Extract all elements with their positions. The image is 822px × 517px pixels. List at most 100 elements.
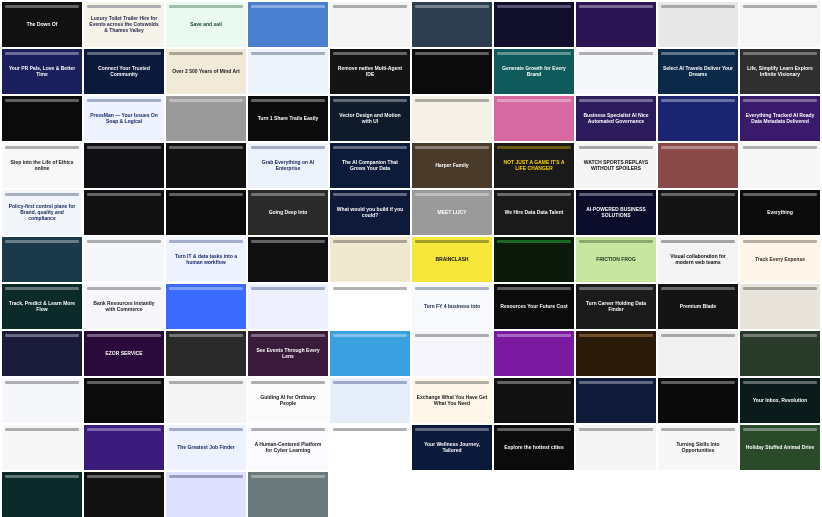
thumbnail-tile[interactable]: Generate Growth for Every Brand [494, 49, 574, 94]
thumbnail-tile[interactable] [412, 2, 492, 47]
thumbnail-tile[interactable]: See Events Through Every Lens [248, 331, 328, 376]
thumbnail-tile[interactable]: Harper Family [412, 143, 492, 188]
thumbnail-tile[interactable] [2, 425, 82, 470]
thumbnail-tile[interactable] [330, 331, 410, 376]
thumbnail-tile[interactable]: FRICTION FROG [576, 237, 656, 282]
thumbnail-tile[interactable]: Grab Everything on AI Enterprise [248, 143, 328, 188]
thumbnail-tile[interactable] [166, 472, 246, 517]
thumbnail-tile[interactable] [412, 49, 492, 94]
thumbnail-tile[interactable]: WATCH SPORTS REPLAYS WITHOUT SPOILERS [576, 143, 656, 188]
thumbnail-tile[interactable]: Over 2 500 Years of Mind Art [166, 49, 246, 94]
thumbnail-tile[interactable]: Save and sail [166, 2, 246, 47]
thumbnail-tile[interactable] [740, 284, 820, 329]
thumbnail-tile[interactable]: Track, Predict & Learn More Flow [2, 284, 82, 329]
thumbnail-tile[interactable] [576, 2, 656, 47]
thumbnail-tile[interactable]: AI-POWERED BUSINESS SOLUTIONS [576, 190, 656, 235]
thumbnail-tile[interactable] [494, 2, 574, 47]
thumbnail-tile[interactable] [576, 378, 656, 423]
thumbnail-tile[interactable] [658, 96, 738, 141]
thumbnail-tile[interactable] [494, 378, 574, 423]
thumbnail-tile[interactable] [412, 96, 492, 141]
thumbnail-tile[interactable] [658, 331, 738, 376]
thumbnail-tile[interactable]: Resources Your Future Cost [494, 284, 574, 329]
thumbnail-tile[interactable]: Turn IT & data tasks into a human workfl… [166, 237, 246, 282]
thumbnail-tile[interactable] [330, 2, 410, 47]
thumbnail-tile[interactable] [740, 331, 820, 376]
thumbnail-tile[interactable] [2, 472, 82, 517]
thumbnail-tile[interactable] [412, 331, 492, 376]
thumbnail-tile[interactable]: Going Deep Into [248, 190, 328, 235]
thumbnail-tile[interactable]: Everything Tracked AI Ready Data Metadat… [740, 96, 820, 141]
thumbnail-tile[interactable] [166, 378, 246, 423]
thumbnail-tile[interactable]: Remove native Multi-Agent IDE [330, 49, 410, 94]
thumbnail-tile[interactable]: Everything [740, 190, 820, 235]
thumbnail-tile[interactable]: Select AI Travels Deliver Your Dreams [658, 49, 738, 94]
thumbnail-tile[interactable]: Guiding AI for Ordinary People [248, 378, 328, 423]
thumbnail-tile[interactable]: Vector Design and Motion with UI [330, 96, 410, 141]
thumbnail-tile[interactable] [330, 425, 410, 470]
thumbnail-tile[interactable] [658, 143, 738, 188]
thumbnail-tile[interactable]: The Greatest Job Finder [166, 425, 246, 470]
thumbnail-tile[interactable]: Your Wellness Journey, Tailored [412, 425, 492, 470]
thumbnail-tile[interactable] [248, 49, 328, 94]
thumbnail-tile[interactable]: Track Every Expense [740, 237, 820, 282]
thumbnail-tile[interactable] [494, 331, 574, 376]
thumbnail-tile[interactable] [576, 331, 656, 376]
thumbnail-tile[interactable] [84, 143, 164, 188]
thumbnail-tile[interactable]: Premium Blade [658, 284, 738, 329]
thumbnail-tile[interactable]: What would you build if you could? [330, 190, 410, 235]
thumbnail-tile[interactable] [2, 331, 82, 376]
thumbnail-tile[interactable] [658, 2, 738, 47]
thumbnail-tile[interactable] [576, 425, 656, 470]
thumbnail-tile[interactable] [248, 237, 328, 282]
thumbnail-tile[interactable] [330, 378, 410, 423]
thumbnail-tile[interactable] [2, 378, 82, 423]
thumbnail-tile[interactable] [740, 2, 820, 47]
thumbnail-tile[interactable]: Holiday Stuffed Animal Drive [740, 425, 820, 470]
thumbnail-tile[interactable] [576, 49, 656, 94]
thumbnail-tile[interactable] [84, 472, 164, 517]
thumbnail-tile[interactable]: Business Specialist AI Nice Automated Go… [576, 96, 656, 141]
thumbnail-tile[interactable]: Exchange What You Have Get What You Need [412, 378, 492, 423]
thumbnail-tile[interactable]: Turn FY 4 business into [412, 284, 492, 329]
thumbnail-tile[interactable] [166, 331, 246, 376]
thumbnail-tile[interactable]: Bank Resources Instantly with Commerce [84, 284, 164, 329]
thumbnail-tile[interactable]: MEET LUCY [412, 190, 492, 235]
thumbnail-tile[interactable]: The Down Of [2, 2, 82, 47]
thumbnail-tile[interactable] [248, 284, 328, 329]
thumbnail-tile[interactable] [658, 378, 738, 423]
thumbnail-tile[interactable]: Connect Your Trusted Community [84, 49, 164, 94]
thumbnail-tile[interactable]: NOT JUST A GAME IT'S A LIFE CHANGER [494, 143, 574, 188]
thumbnail-tile[interactable] [248, 2, 328, 47]
thumbnail-tile[interactable]: Explore the hottest cities [494, 425, 574, 470]
thumbnail-tile[interactable]: We Hire Data Data Talent [494, 190, 574, 235]
thumbnail-tile[interactable]: Policy-first control plane for Brand, qu… [2, 190, 82, 235]
thumbnail-tile[interactable]: Turning Skills Into Opportunities [658, 425, 738, 470]
thumbnail-tile[interactable] [166, 284, 246, 329]
thumbnail-tile[interactable]: Visual collaboration for modern web team… [658, 237, 738, 282]
thumbnail-tile[interactable]: EZOR SERVICE [84, 331, 164, 376]
thumbnail-tile[interactable] [84, 237, 164, 282]
thumbnail-tile[interactable] [330, 237, 410, 282]
thumbnail-tile[interactable]: Your PR Pals, Love & Better Time [2, 49, 82, 94]
thumbnail-tile[interactable] [330, 284, 410, 329]
thumbnail-tile[interactable] [84, 190, 164, 235]
thumbnail-tile[interactable] [84, 378, 164, 423]
thumbnail-tile[interactable]: Turn Career Holding Data Finder [576, 284, 656, 329]
thumbnail-tile[interactable] [740, 143, 820, 188]
thumbnail-tile[interactable]: Life, Simplify Learn Explore Infinite Vi… [740, 49, 820, 94]
thumbnail-tile[interactable]: Luxury Toilet Trailer Hire for Events ac… [84, 2, 164, 47]
thumbnail-tile[interactable]: A Human-Centered Platform for Cyber Lear… [248, 425, 328, 470]
thumbnail-tile[interactable] [166, 190, 246, 235]
thumbnail-tile[interactable]: Step into the Life of Ethics online [2, 143, 82, 188]
thumbnail-tile[interactable] [2, 96, 82, 141]
thumbnail-tile[interactable] [248, 472, 328, 517]
thumbnail-tile[interactable] [166, 96, 246, 141]
thumbnail-tile[interactable]: Turn 1 Share Trails Easily [248, 96, 328, 141]
thumbnail-tile[interactable] [2, 237, 82, 282]
thumbnail-tile[interactable] [494, 237, 574, 282]
thumbnail-tile[interactable] [658, 190, 738, 235]
thumbnail-tile[interactable] [166, 143, 246, 188]
thumbnail-tile[interactable]: BRAINCLASH [412, 237, 492, 282]
thumbnail-tile[interactable]: Your Inbox, Revolution [740, 378, 820, 423]
